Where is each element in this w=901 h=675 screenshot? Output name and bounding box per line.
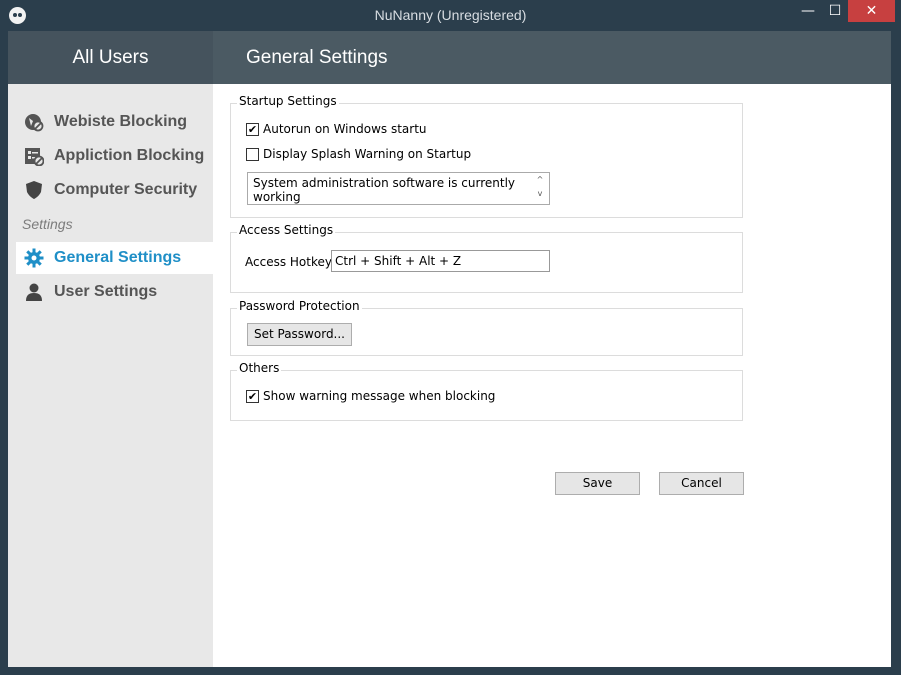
startup-settings-group: Startup Settings ✔ Autorun on Windows st… [230, 94, 743, 218]
window-title: NuNanny (Unregistered) [374, 7, 527, 23]
minimize-button[interactable]: — [794, 0, 822, 22]
sidebar-item-label: Webiste Blocking [54, 113, 188, 130]
splash-label: Display Splash Warning on Startup [263, 147, 472, 161]
sidebar-item-user-settings[interactable]: User Settings [16, 276, 213, 308]
app-list-icon [25, 148, 44, 166]
group-title: Others [237, 361, 282, 375]
warning-message-text: System administration software is curren… [253, 176, 516, 204]
set-password-button[interactable]: Set Password... [247, 323, 352, 346]
shield-icon [26, 181, 42, 199]
scroll-up-icon[interactable]: ^ [531, 173, 549, 187]
globe-block-icon [25, 114, 44, 132]
settings-section-label: Settings [22, 216, 73, 232]
sidebar-item-application-blocking[interactable]: Appliction Blocking [16, 140, 213, 172]
access-settings-group: Access Settings Access Hotkey Ctrl + Shi… [230, 223, 743, 293]
sidebar-item-label: General Settings [54, 249, 182, 266]
others-group: Others ✔ Show warning message when block… [230, 361, 743, 421]
gear-icon [24, 248, 44, 268]
group-title: Password Protection [237, 299, 362, 313]
user-icon [26, 283, 42, 301]
maximize-button[interactable]: ☐ [822, 0, 848, 22]
sidebar-item-label: Appliction Blocking [54, 147, 205, 164]
client-area: All Users General Settings Webiste Block… [8, 31, 891, 667]
app-window: NuNanny (Unregistered) — ☐ ✕ All Users G… [0, 0, 901, 675]
save-button[interactable]: Save [555, 472, 640, 495]
group-title: Access Settings [237, 223, 336, 237]
users-header[interactable]: All Users [8, 31, 213, 84]
page-title: General Settings [213, 31, 891, 84]
autorun-checkbox[interactable]: ✔ [246, 123, 259, 136]
settings-panel: Startup Settings ✔ Autorun on Windows st… [213, 84, 891, 667]
splash-checkbox[interactable] [246, 148, 259, 161]
group-title: Startup Settings [237, 94, 339, 108]
sidebar-item-label: Computer Security [54, 181, 198, 198]
sidebar-item-label: User Settings [54, 283, 158, 300]
hotkey-input[interactable]: Ctrl + Shift + Alt + Z [331, 250, 550, 272]
close-button[interactable]: ✕ [848, 0, 895, 22]
show-warning-label: Show warning message when blocking [263, 389, 496, 403]
sidebar-item-general-settings[interactable]: General Settings [16, 242, 213, 274]
sidebar-item-website-blocking[interactable]: Webiste Blocking [16, 106, 213, 138]
password-protection-group: Password Protection Set Password... [230, 299, 743, 356]
show-warning-checkbox[interactable]: ✔ [246, 390, 259, 403]
textarea-scrollbar[interactable]: ^ v [531, 173, 549, 204]
scroll-down-icon[interactable]: v [531, 187, 549, 201]
warning-message-textarea[interactable]: System administration software is curren… [247, 172, 550, 205]
autorun-label: Autorun on Windows startu [263, 122, 427, 136]
title-bar[interactable]: NuNanny (Unregistered) — ☐ ✕ [0, 0, 901, 31]
sidebar-item-computer-security[interactable]: Computer Security [16, 174, 213, 206]
hotkey-label: Access Hotkey [245, 255, 332, 269]
sidebar: Webiste Blocking Appliction Blocking Com… [8, 84, 213, 667]
cancel-button[interactable]: Cancel [659, 472, 744, 495]
